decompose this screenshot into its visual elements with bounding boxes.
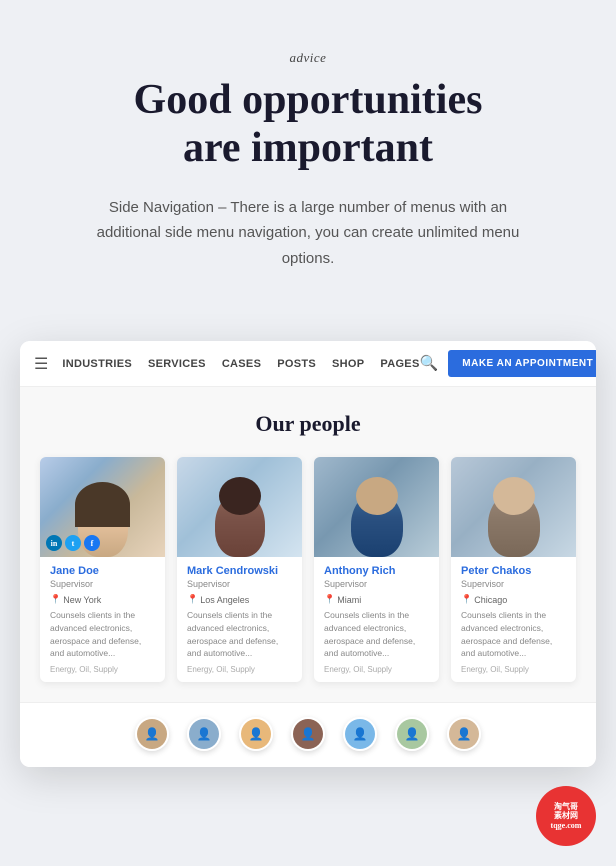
person-tags-1: Energy, Oil, Supply bbox=[50, 665, 155, 674]
person-name-3[interactable]: Anthony Rich bbox=[324, 565, 429, 577]
person-location-2: 📍 Los Angeles bbox=[187, 594, 292, 605]
nav-link-cases[interactable]: CASES bbox=[222, 358, 261, 370]
watermark: 淘气哥素材网tqge.com bbox=[536, 786, 596, 846]
hamburger-icon[interactable]: ☰ bbox=[34, 354, 48, 374]
person-role-3: Supervisor bbox=[324, 579, 429, 589]
hero-section: advice Good opportunitiesare important S… bbox=[0, 0, 616, 311]
person-location-3: 📍 Miami bbox=[324, 594, 429, 605]
person-card-2: Mark Cendrowski Supervisor 📍 Los Angeles… bbox=[177, 457, 302, 682]
people-grid: in t f Jane Doe Supervisor 📍 New York Co… bbox=[40, 457, 576, 682]
person-photo-2 bbox=[177, 457, 302, 557]
content-area: Our people in t f Jane Doe Supervisor 📍 bbox=[20, 387, 596, 702]
section-title: Our people bbox=[40, 411, 576, 437]
avatar-5[interactable]: 👤 bbox=[343, 717, 377, 751]
avatar-1[interactable]: 👤 bbox=[135, 717, 169, 751]
person-role-4: Supervisor bbox=[461, 579, 566, 589]
person-info-3: Anthony Rich Supervisor 📍 Miami Counsels… bbox=[314, 557, 439, 682]
person-photo-3 bbox=[314, 457, 439, 557]
facebook-icon[interactable]: f bbox=[84, 535, 100, 551]
person-tags-2: Energy, Oil, Supply bbox=[187, 665, 292, 674]
hero-subtitle: advice bbox=[60, 50, 556, 66]
person-desc-3: Counsels clients in the advanced electro… bbox=[324, 609, 429, 660]
navbar: ☰ INDUSTRIES SERVICES CASES POSTS SHOP P… bbox=[20, 341, 596, 387]
person-location-1: 📍 New York bbox=[50, 594, 155, 605]
hero-title: Good opportunitiesare important bbox=[60, 76, 556, 173]
person-info-1: Jane Doe Supervisor 📍 New York Counsels … bbox=[40, 557, 165, 682]
nav-link-services[interactable]: SERVICES bbox=[148, 358, 206, 370]
person-desc-1: Counsels clients in the advanced electro… bbox=[50, 609, 155, 660]
person-role-1: Supervisor bbox=[50, 579, 155, 589]
hero-description: Side Navigation – There is a large numbe… bbox=[78, 195, 538, 272]
avatar-4[interactable]: 👤 bbox=[291, 717, 325, 751]
linkedin-icon[interactable]: in bbox=[46, 535, 62, 551]
nav-links: INDUSTRIES SERVICES CASES POSTS SHOP PAG… bbox=[62, 358, 419, 370]
location-icon-1: 📍 bbox=[50, 594, 61, 605]
person-name-4[interactable]: Peter Chakos bbox=[461, 565, 566, 577]
nav-link-shop[interactable]: SHOP bbox=[332, 358, 364, 370]
search-icon[interactable]: 🔍 bbox=[420, 354, 439, 373]
person-info-2: Mark Cendrowski Supervisor 📍 Los Angeles… bbox=[177, 557, 302, 682]
person-tags-3: Energy, Oil, Supply bbox=[324, 665, 429, 674]
nav-link-posts[interactable]: POSTS bbox=[277, 358, 316, 370]
person-role-2: Supervisor bbox=[187, 579, 292, 589]
social-icons-1: in t f bbox=[46, 535, 100, 551]
location-icon-2: 📍 bbox=[187, 594, 198, 605]
person-photo-1: in t f bbox=[40, 457, 165, 557]
person-photo-4 bbox=[451, 457, 576, 557]
person-card-1: in t f Jane Doe Supervisor 📍 New York Co… bbox=[40, 457, 165, 682]
person-name-2[interactable]: Mark Cendrowski bbox=[187, 565, 292, 577]
person-tags-4: Energy, Oil, Supply bbox=[461, 665, 566, 674]
person-name-1[interactable]: Jane Doe bbox=[50, 565, 155, 577]
person-desc-4: Counsels clients in the advanced electro… bbox=[461, 609, 566, 660]
nav-link-industries[interactable]: INDUSTRIES bbox=[62, 358, 132, 370]
location-icon-4: 📍 bbox=[461, 594, 472, 605]
twitter-icon[interactable]: t bbox=[65, 535, 81, 551]
person-card-3: Anthony Rich Supervisor 📍 Miami Counsels… bbox=[314, 457, 439, 682]
bottom-avatars: 👤 👤 👤 👤 👤 👤 👤 bbox=[20, 702, 596, 767]
person-desc-2: Counsels clients in the advanced electro… bbox=[187, 609, 292, 660]
person-location-4: 📍 Chicago bbox=[461, 594, 566, 605]
browser-mockup: ☰ INDUSTRIES SERVICES CASES POSTS SHOP P… bbox=[20, 341, 596, 767]
avatar-3[interactable]: 👤 bbox=[239, 717, 273, 751]
person-card-4: Peter Chakos Supervisor 📍 Chicago Counse… bbox=[451, 457, 576, 682]
avatar-2[interactable]: 👤 bbox=[187, 717, 221, 751]
nav-link-pages[interactable]: PAGES bbox=[380, 358, 419, 370]
person-info-4: Peter Chakos Supervisor 📍 Chicago Counse… bbox=[451, 557, 576, 682]
location-icon-3: 📍 bbox=[324, 594, 335, 605]
avatar-7[interactable]: 👤 bbox=[447, 717, 481, 751]
avatar-6[interactable]: 👤 bbox=[395, 717, 429, 751]
cta-button[interactable]: MAKE AN APPOINTMENT bbox=[448, 350, 596, 377]
